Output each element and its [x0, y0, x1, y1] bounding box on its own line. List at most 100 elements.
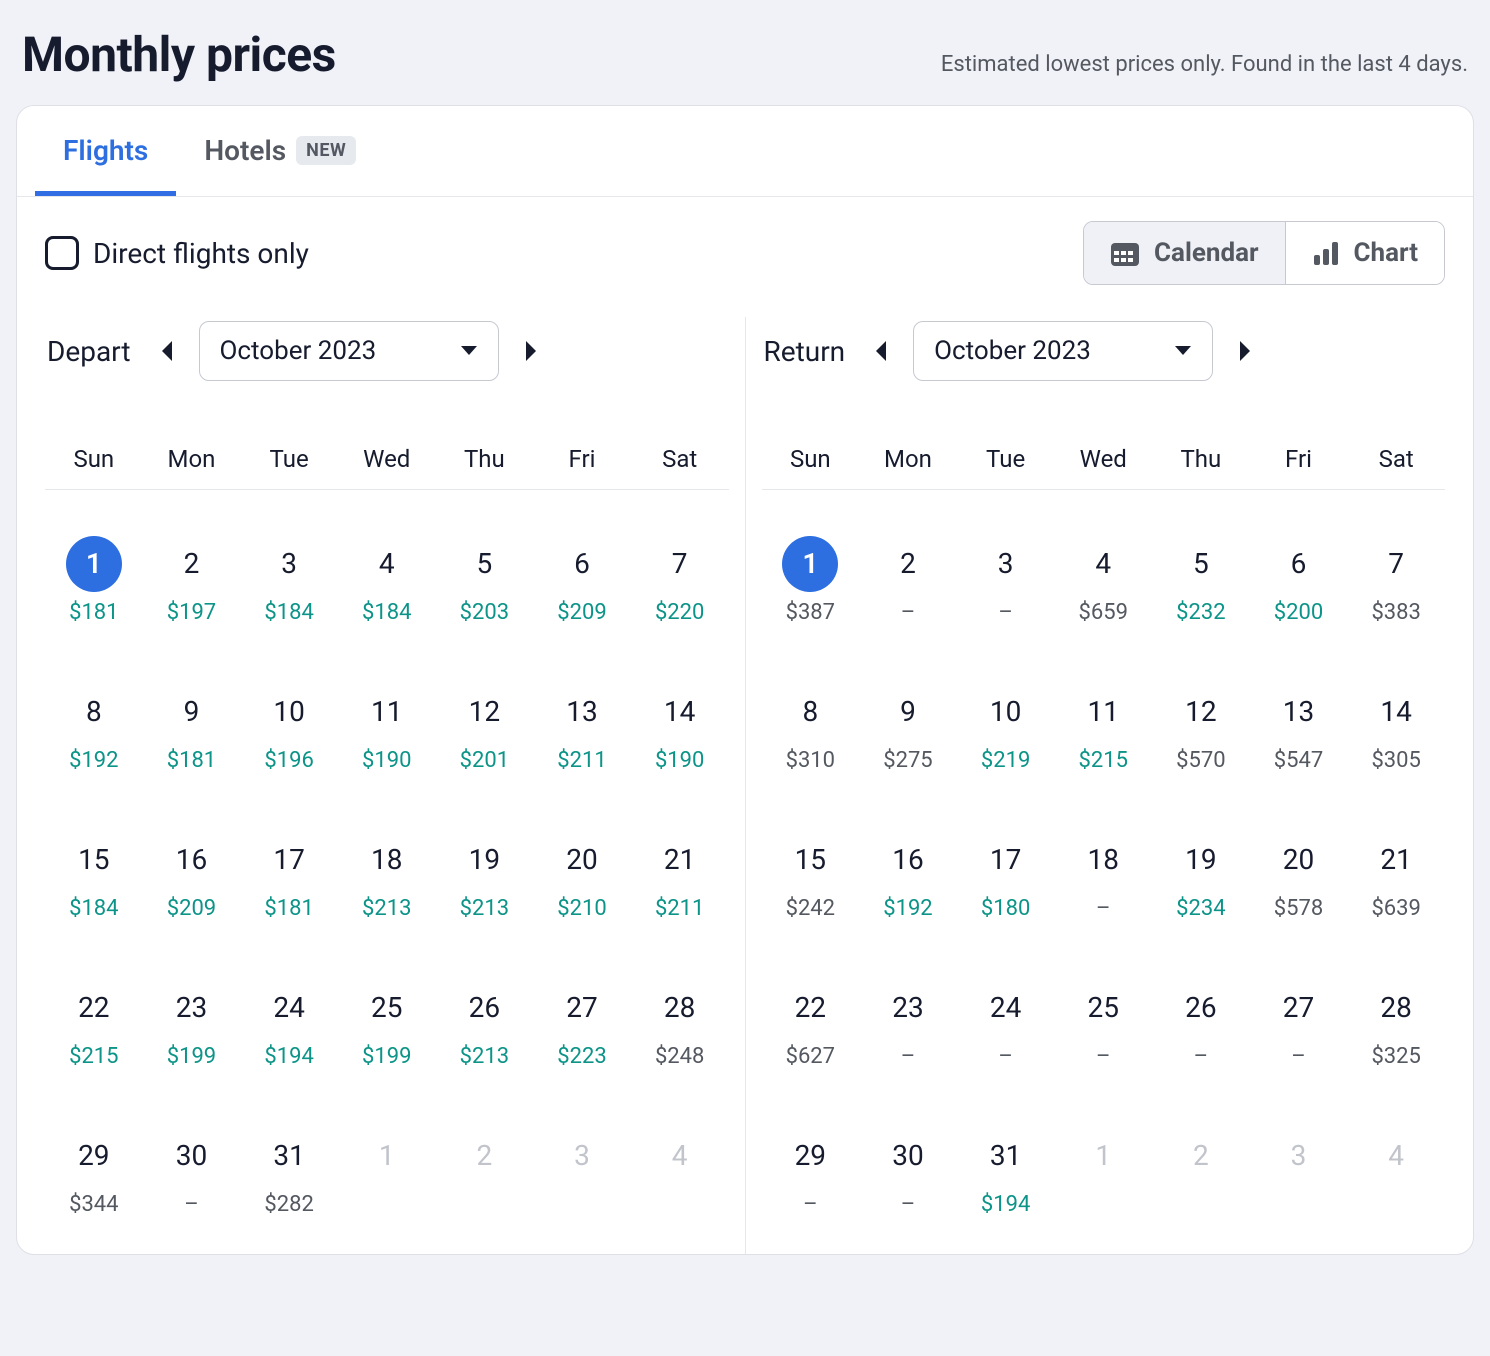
day-number: 28 — [1368, 980, 1424, 1036]
calendar-day[interactable]: 23– — [859, 934, 957, 1082]
calendar-day[interactable]: 25$199 — [338, 934, 436, 1082]
calendar-day[interactable]: 8$192 — [45, 638, 143, 786]
calendar-day[interactable]: 18$213 — [338, 786, 436, 934]
checkbox-icon — [45, 236, 79, 270]
day-number: 1 — [359, 1128, 415, 1184]
calendar-day[interactable]: 26$213 — [436, 934, 534, 1082]
calendar-day[interactable]: 4$184 — [338, 490, 436, 638]
calendar-day[interactable]: 15$242 — [762, 786, 860, 934]
calendar-day[interactable]: 7$383 — [1347, 490, 1445, 638]
calendar-day[interactable]: 19$213 — [436, 786, 534, 934]
calendar-day[interactable]: 5$232 — [1152, 490, 1250, 638]
calendar-day[interactable]: 17$181 — [240, 786, 338, 934]
calendar-day[interactable]: 29– — [762, 1082, 860, 1230]
calendar-day[interactable]: 26– — [1152, 934, 1250, 1082]
calendar-day[interactable]: 23$199 — [143, 934, 241, 1082]
calendar-day[interactable]: 24$194 — [240, 934, 338, 1082]
day-number: 20 — [554, 832, 610, 888]
tab-hotels[interactable]: Hotels NEW — [176, 106, 384, 196]
return-month-label: October 2023 — [934, 336, 1091, 366]
calendar-day[interactable]: 5$203 — [436, 490, 534, 638]
calendar-day[interactable]: 24– — [957, 934, 1055, 1082]
day-number: 7 — [1368, 536, 1424, 592]
calendar-day[interactable]: 19$234 — [1152, 786, 1250, 934]
calendar-day[interactable]: 3– — [957, 490, 1055, 638]
calendar-day[interactable]: 28$248 — [631, 934, 729, 1082]
calendar-day[interactable]: 16$192 — [859, 786, 957, 934]
calendar-day[interactable]: 22$215 — [45, 934, 143, 1082]
day-price: – — [957, 600, 1055, 625]
day-price: – — [1250, 1044, 1348, 1069]
day-price: $197 — [143, 600, 241, 625]
depart-next-month[interactable] — [511, 331, 551, 371]
calendar-day[interactable]: 31$194 — [957, 1082, 1055, 1230]
calendar-day[interactable]: 12$201 — [436, 638, 534, 786]
day-number: 14 — [652, 684, 708, 740]
calendar-day[interactable]: 9$275 — [859, 638, 957, 786]
day-price: $203 — [436, 600, 534, 625]
calendar-day[interactable]: 10$219 — [957, 638, 1055, 786]
return-next-month[interactable] — [1225, 331, 1265, 371]
calendar-day[interactable]: 18– — [1054, 786, 1152, 934]
day-of-week-header: Wed — [338, 401, 436, 490]
calendar-day[interactable]: 30– — [859, 1082, 957, 1230]
calendar-day[interactable]: 15$184 — [45, 786, 143, 934]
calendar-day[interactable]: 7$220 — [631, 490, 729, 638]
calendar-day[interactable]: 11$215 — [1054, 638, 1152, 786]
depart-prev-month[interactable] — [147, 331, 187, 371]
return-prev-month[interactable] — [861, 331, 901, 371]
day-price: – — [859, 1192, 957, 1217]
calendar-day[interactable]: 2$197 — [143, 490, 241, 638]
calendar-day: 1 — [338, 1082, 436, 1230]
day-number: 1 — [66, 536, 122, 592]
calendar-day[interactable]: 16$209 — [143, 786, 241, 934]
return-label: Return — [764, 335, 846, 368]
calendar-day[interactable]: 2– — [859, 490, 957, 638]
calendar-day[interactable]: 11$190 — [338, 638, 436, 786]
day-price: $213 — [436, 896, 534, 921]
day-number: 3 — [1271, 1128, 1327, 1184]
calendar-day[interactable]: 31$282 — [240, 1082, 338, 1230]
calendar-day[interactable]: 21$639 — [1347, 786, 1445, 934]
view-calendar-button[interactable]: Calendar — [1084, 222, 1285, 284]
tab-flights[interactable]: Flights — [35, 106, 176, 196]
calendar-day[interactable]: 13$211 — [533, 638, 631, 786]
day-price: $209 — [533, 600, 631, 625]
calendar-day[interactable]: 25– — [1054, 934, 1152, 1082]
calendar-day: 2 — [436, 1082, 534, 1230]
calendar-day[interactable]: 27$223 — [533, 934, 631, 1082]
calendar-day[interactable]: 14 $190 — [631, 638, 729, 786]
day-price: $219 — [957, 748, 1055, 773]
calendar-day[interactable]: 1$181 — [45, 490, 143, 638]
calendar-day[interactable]: 22$627 — [762, 934, 860, 1082]
calendar-day[interactable]: 6$209 — [533, 490, 631, 638]
calendar-day[interactable]: 1$387 — [762, 490, 860, 638]
day-of-week-header: Fri — [1250, 401, 1348, 490]
calendar-day[interactable]: 9$181 — [143, 638, 241, 786]
calendar-day[interactable]: 28$325 — [1347, 934, 1445, 1082]
calendar-day[interactable]: 20$578 — [1250, 786, 1348, 934]
day-price: $190 — [631, 748, 729, 773]
calendar-day[interactable]: 17$180 — [957, 786, 1055, 934]
day-price: $275 — [859, 748, 957, 773]
view-chart-button[interactable]: Chart — [1285, 222, 1444, 284]
calendar-day[interactable]: 30– — [143, 1082, 241, 1230]
return-month-select[interactable]: October 2023 — [913, 321, 1213, 381]
calendar-day[interactable]: 14$305 — [1347, 638, 1445, 786]
calendar-day[interactable]: 13$547 — [1250, 638, 1348, 786]
calendar-day[interactable]: 10$196 — [240, 638, 338, 786]
calendar-day[interactable]: 6$200 — [1250, 490, 1348, 638]
depart-month-select[interactable]: October 2023 — [199, 321, 499, 381]
calendar-day[interactable]: 4$659 — [1054, 490, 1152, 638]
calendar-day[interactable]: 29$344 — [45, 1082, 143, 1230]
calendar-day[interactable]: 12$570 — [1152, 638, 1250, 786]
calendar-day: 3 — [533, 1082, 631, 1230]
calendar-day[interactable]: 8$310 — [762, 638, 860, 786]
day-number: 13 — [554, 684, 610, 740]
calendar-day[interactable]: 3$184 — [240, 490, 338, 638]
calendar-day[interactable]: 21$211 — [631, 786, 729, 934]
calendar-day[interactable]: 27– — [1250, 934, 1348, 1082]
day-price: $213 — [436, 1044, 534, 1069]
direct-flights-checkbox[interactable]: Direct flights only — [45, 236, 309, 270]
calendar-day[interactable]: 20$210 — [533, 786, 631, 934]
